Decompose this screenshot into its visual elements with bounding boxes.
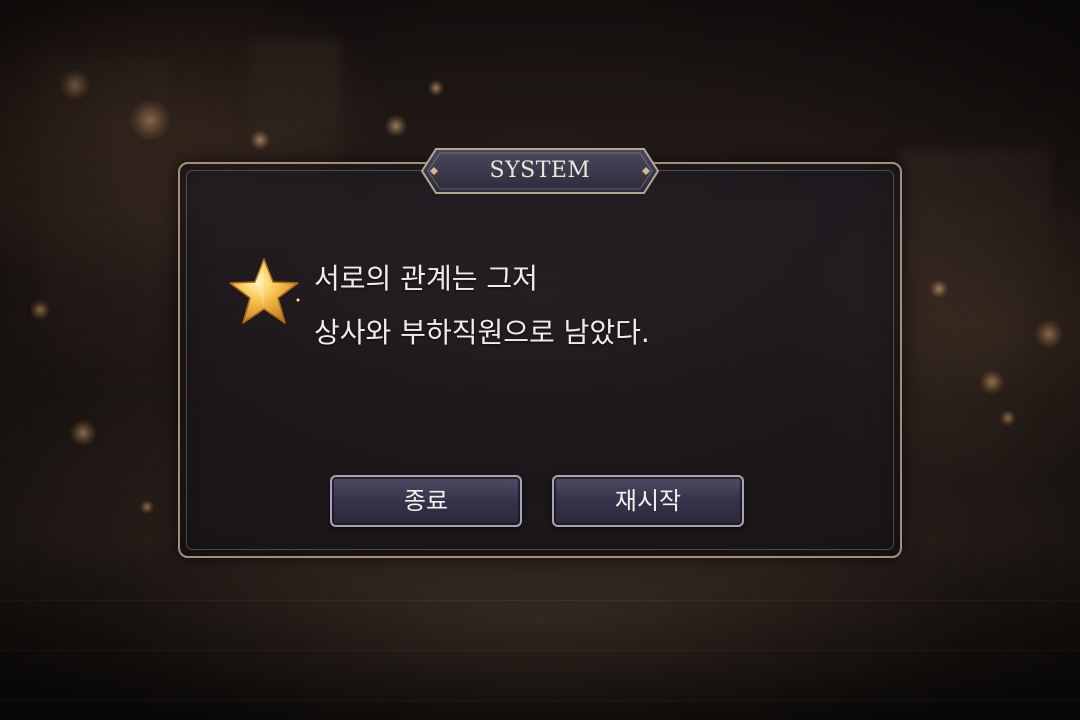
- dialog-title: SYSTEM: [489, 158, 591, 183]
- restart-button[interactable]: 재시작: [552, 475, 744, 527]
- message-line-2: 상사와 부하직원으로 남았다.: [314, 316, 650, 349]
- dialog-title-plate: SYSTEM: [420, 147, 660, 195]
- dialog-inner-border: [186, 170, 894, 550]
- system-dialog: [178, 162, 902, 558]
- star-icon: [226, 254, 302, 330]
- dialog-message: 서로의 관계는 그저 상사와 부하직원으로 남았다.: [314, 262, 814, 360]
- quit-button[interactable]: 종료: [330, 475, 522, 527]
- message-line-1: 서로의 관계는 그저: [314, 262, 538, 295]
